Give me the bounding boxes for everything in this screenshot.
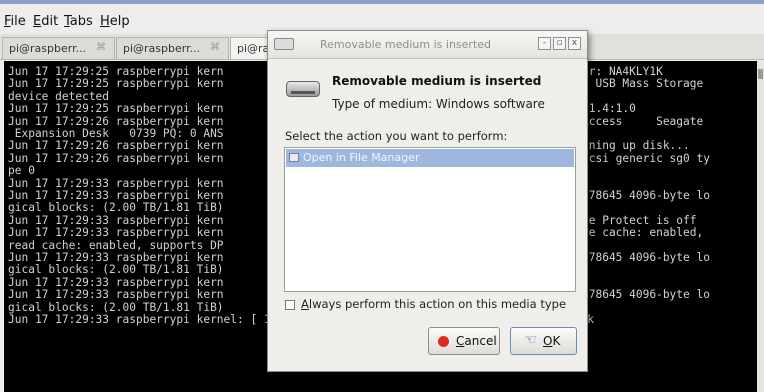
terminal-line-tail: te Protect is off — [582, 213, 697, 227]
scrollbar-thumb[interactable] — [758, 69, 763, 79]
terminal-line-tail: nning up disk... — [582, 139, 690, 153]
window-icon — [274, 38, 294, 50]
menu-edit[interactable]: Edit — [33, 14, 58, 29]
ok-button[interactable]: ☜ OK — [510, 327, 577, 355]
terminal-line: Jun 17 17:29:33 raspberrypi kern — [8, 275, 224, 289]
terminal-line-tail: 378645 4096-byte lo — [582, 189, 710, 202]
close-icon[interactable]: ⌘ — [96, 42, 106, 53]
terminal-line: gical blocks: (2.00 TB/1.81 TiB) — [8, 263, 224, 277]
tab-label: pi@ra — [237, 42, 270, 55]
scrollbar[interactable] — [757, 61, 764, 392]
cancel-icon — [438, 336, 449, 347]
terminal-line-tail: te cache: enabled, — [582, 226, 704, 240]
terminal-line: pe 0 — [8, 164, 35, 178]
terminal-line: Jun 17 17:29:25 raspberrypi kern — [8, 102, 224, 116]
terminal-line-tail: er: NA4KLY1K — [582, 65, 663, 78]
terminal-line: Jun 17 17:29:25 raspberrypi kern — [8, 77, 224, 91]
terminal-line: Jun 17 17:29:25 raspberrypi kern — [8, 65, 224, 78]
menu-tabs[interactable]: Tabs — [64, 14, 93, 29]
terminal-tab-2[interactable]: pi@raspberr... ⌘ — [116, 37, 229, 59]
terminal-line: device detected — [8, 89, 110, 103]
terminal-line: Expansion Desk 0739 PQ: 0 ANS — [8, 127, 224, 140]
terminal-tab-1[interactable]: pi@raspberr... ⌘ — [2, 37, 115, 59]
terminal-line: Jun 17 17:29:33 raspberrypi kern — [8, 213, 224, 227]
terminal-line: read cache: enabled, supports DP — [8, 238, 224, 252]
menu-help[interactable]: Help — [100, 14, 130, 29]
terminal-line-tail: 378645 4096-byte lo — [582, 288, 710, 302]
always-perform-checkbox[interactable] — [285, 300, 295, 310]
terminal-line: Jun 17 17:29:33 raspberrypi kern — [8, 288, 224, 302]
dialog-title: Removable medium is inserted — [320, 38, 492, 51]
action-list[interactable]: Open in File Manager — [284, 147, 576, 292]
ok-label: OK — [543, 334, 561, 348]
terminal-line: Jun 17 17:29:33 raspberrypi kern — [8, 226, 224, 240]
tab-label: pi@raspberr... — [9, 42, 87, 55]
terminal-line: Jun 17 17:29:26 raspberrypi kern — [8, 151, 224, 165]
terminal-line-tail: -1.4:1.0 — [582, 102, 636, 116]
terminal-line: Jun 17 17:29:33 raspberrypi kern — [8, 176, 224, 190]
file-manager-icon — [289, 153, 299, 162]
terminal-line: Jun 17 17:29:33 raspberrypi kern — [8, 189, 224, 202]
action-open-file-manager[interactable]: Open in File Manager — [286, 149, 574, 167]
maximize-button[interactable]: ▫ — [553, 37, 566, 50]
menu-bar: File Edit Tabs Help — [0, 0, 764, 34]
terminal-line-tail: 378645 4096-byte lo — [582, 251, 710, 264]
cancel-button[interactable]: Cancel — [428, 327, 500, 355]
terminal-line: Jun 17 17:29:26 raspberrypi kern — [8, 139, 224, 153]
always-perform-label[interactable]: Always perform this action on this media… — [301, 297, 566, 311]
close-icon[interactable]: ⌘ — [210, 42, 220, 53]
terminal-line-tail: scsi generic sg0 ty — [582, 151, 710, 165]
tab-label: pi@raspberr... — [123, 42, 201, 55]
ok-icon: ☜ — [524, 332, 537, 348]
drive-icon — [286, 81, 320, 97]
menu-file[interactable]: File — [4, 14, 26, 29]
dialog-heading: Removable medium is inserted — [332, 74, 542, 88]
action-prompt: Select the action you want to perform: — [285, 129, 508, 143]
action-label: Open in File Manager — [303, 151, 420, 164]
dialog-titlebar[interactable]: Removable medium is inserted - ▫ x — [268, 31, 587, 59]
medium-type-text: Type of medium: Windows software — [332, 97, 545, 111]
terminal-line: gical blocks: (2.00 TB/1.81 TiB) — [8, 201, 224, 215]
cancel-label: Cancel — [456, 334, 497, 348]
removable-medium-dialog: Removable medium is inserted - ▫ x Remov… — [267, 30, 588, 372]
close-button[interactable]: x — [568, 37, 581, 50]
terminal-line: Jun 17 17:29:33 raspberrypi kern — [8, 251, 224, 264]
terminal-line: gical blocks: (2.00 TB/1.81 TiB) — [8, 300, 224, 314]
terminal-line: Jun 17 17:29:26 raspberrypi kern — [8, 114, 224, 128]
terminal-line-tail: Access Seagate — [582, 114, 704, 128]
terminal-line-tail: : USB Mass Storage — [582, 77, 704, 91]
minimize-button[interactable]: - — [538, 37, 551, 50]
